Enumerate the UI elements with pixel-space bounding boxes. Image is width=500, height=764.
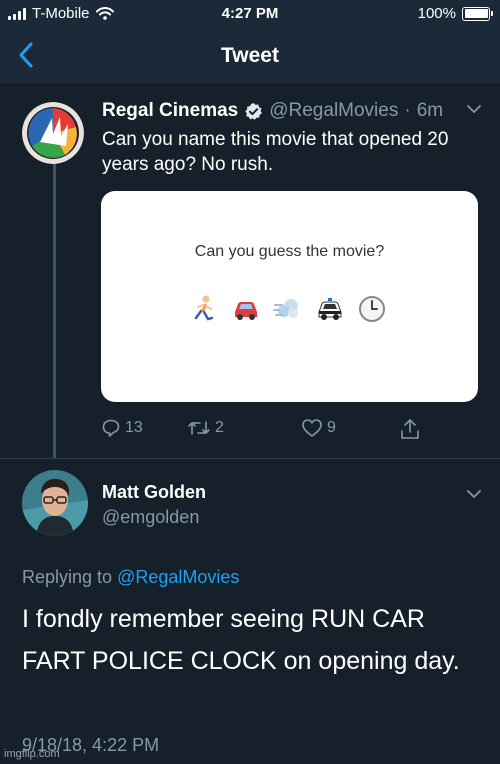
verified-badge-icon xyxy=(245,102,263,120)
replying-prefix: Replying to xyxy=(22,567,113,587)
retweet-count: 2 xyxy=(215,419,224,436)
emoji-row xyxy=(189,294,387,324)
car-emoji xyxy=(235,302,257,320)
retweet-button[interactable]: 2 xyxy=(187,418,224,438)
like-button[interactable]: 9 xyxy=(301,418,336,438)
dash-emoji xyxy=(273,299,298,318)
heart-icon xyxy=(302,419,322,437)
regal-avatar[interactable] xyxy=(22,102,84,164)
tweet-text: Can you name this movie that opened 20 y… xyxy=(102,129,449,175)
runner-emoji xyxy=(194,295,214,321)
battery-icon xyxy=(462,6,493,21)
share-icon xyxy=(401,419,419,439)
thread-line xyxy=(53,160,56,458)
separator-dot: · xyxy=(404,100,411,121)
chevron-down-icon[interactable] xyxy=(466,104,482,114)
status-right: 100% xyxy=(417,5,493,22)
reply-icon xyxy=(102,419,120,437)
nav-bar: Tweet xyxy=(0,28,500,85)
reply-text: I fondly remember seeing RUN CAR FART PO… xyxy=(22,605,460,675)
reply-author-handle[interactable]: @emgolden xyxy=(102,507,199,528)
author-name[interactable]: Regal Cinemas xyxy=(102,100,238,122)
reply-author-name[interactable]: Matt Golden xyxy=(102,482,206,503)
matt-avatar[interactable] xyxy=(22,470,88,536)
page-title: Tweet xyxy=(221,44,279,67)
battery-percent: 100% xyxy=(417,5,456,22)
retweet-icon xyxy=(188,421,210,435)
like-count: 9 xyxy=(327,419,336,436)
chevron-down-icon[interactable] xyxy=(466,489,482,499)
reply-button[interactable]: 13 xyxy=(101,418,143,438)
profile-photo-icon xyxy=(22,470,88,536)
status-bar: T-Mobile 4:27 PM 100% xyxy=(0,0,500,28)
tweet-time: 6m xyxy=(416,100,444,121)
police-car-emoji xyxy=(318,298,342,320)
share-button[interactable] xyxy=(400,418,420,440)
media-caption: Can you guess the movie? xyxy=(194,243,385,260)
divider xyxy=(0,458,500,459)
tweet-actions: 13 2 9 xyxy=(101,418,481,446)
reply-count: 13 xyxy=(125,419,143,436)
watermark: imgflip.com xyxy=(4,748,60,760)
replying-to: Replying to @RegalMovies xyxy=(22,567,239,588)
tweet-media[interactable]: Can you guess the movie? xyxy=(101,191,478,402)
replying-to-link[interactable]: @RegalMovies xyxy=(117,567,239,587)
author-handle[interactable]: @RegalMovies xyxy=(269,100,398,122)
regal-logo-icon xyxy=(22,102,84,164)
clock-emoji xyxy=(359,296,385,322)
tweet-header: Regal Cinemas @RegalMovies · 6m xyxy=(102,100,443,122)
